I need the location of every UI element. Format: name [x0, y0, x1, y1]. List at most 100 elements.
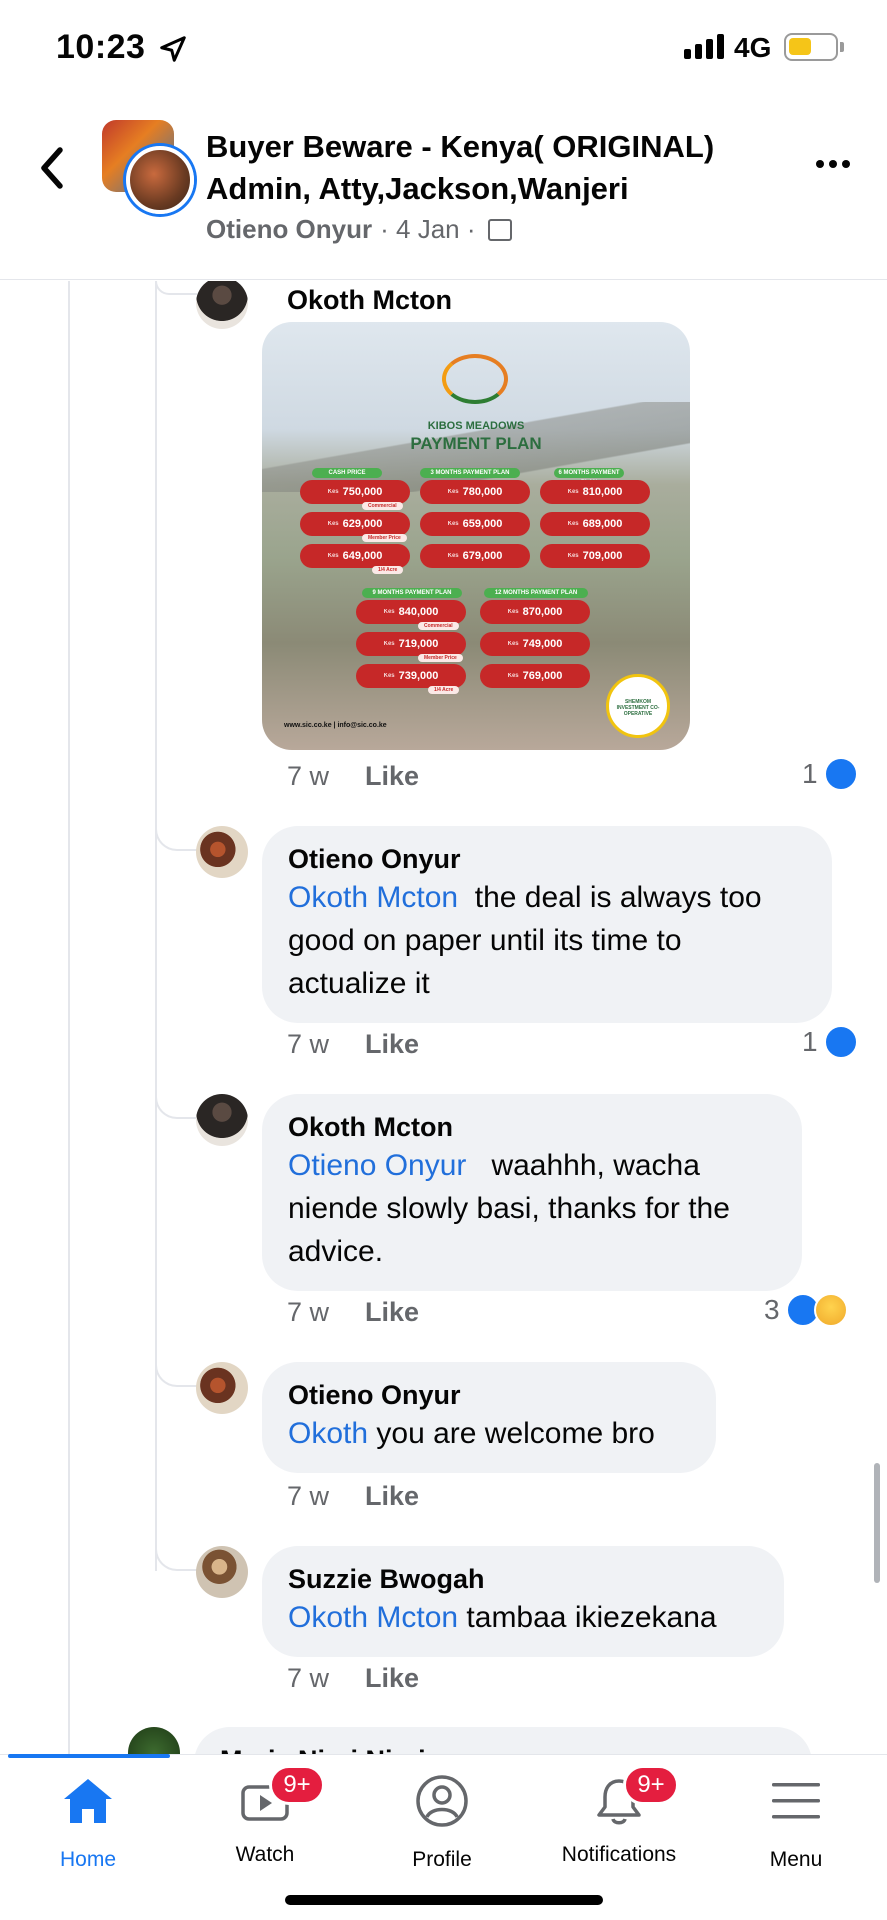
- price-pill: Kes 739,000: [356, 664, 466, 688]
- nav-home[interactable]: Home: [0, 1773, 176, 1872]
- plan-column-head: 6 MONTHS PAYMENT PLAN: [554, 468, 624, 486]
- nav-label: Notifications: [561, 1843, 677, 1866]
- like-button[interactable]: Like: [365, 1663, 419, 1694]
- price-pill: Kes 810,000: [540, 480, 650, 504]
- comment-author[interactable]: Otieno Onyur: [288, 842, 806, 876]
- comment-author[interactable]: Suzzie Bwogah: [288, 1562, 758, 1596]
- comment-author[interactable]: Maria Njeri Njeri: [220, 1743, 786, 1754]
- price-tag: Commercial: [362, 502, 403, 510]
- price-pill: Kes 870,000: [480, 600, 590, 624]
- avatar[interactable]: [196, 281, 248, 329]
- comment-bubble[interactable]: Otieno Onyur Okoth you are welcome bro: [262, 1362, 716, 1473]
- price-pill: Kes 689,000: [540, 512, 650, 536]
- shemkom-seal-logo: SHEMKOM INVESTMENT CO-OPERATIVE: [606, 674, 670, 738]
- avatar[interactable]: [196, 1094, 248, 1146]
- like-button[interactable]: Like: [365, 761, 419, 792]
- comment-time: 7 w: [287, 1663, 330, 1693]
- nav-label: Home: [59, 1848, 117, 1871]
- mention-link[interactable]: Okoth Mcton: [288, 1601, 458, 1634]
- price-tag: Member Price: [418, 654, 463, 662]
- comment-image[interactable]: KIBOS MEADOWS PAYMENT PLAN CASH PRICE 3 …: [262, 322, 690, 750]
- reaction-summary[interactable]: 1: [802, 757, 858, 791]
- photo-icon: [487, 218, 512, 241]
- cellular-signal-icon: [684, 34, 724, 59]
- comment-time: 7 w: [287, 761, 330, 791]
- reply-connector: [155, 821, 197, 851]
- nav-watch[interactable]: 9+ Watch: [177, 1765, 353, 1867]
- comment-thread: Okoth Mcton KIBOS MEADOWS PAYMENT PLAN C…: [0, 281, 887, 1754]
- price-tag: Commercial: [418, 622, 459, 630]
- comment-time: 7 w: [287, 1297, 330, 1327]
- comment-meta: 7 w Like: [287, 1029, 419, 1060]
- comment-text: Otieno Onyur waahhh, wacha niende slowly…: [288, 1149, 730, 1268]
- bottom-navigation: Home 9+ Watch Profile 9+ Notifications M…: [0, 1754, 887, 1920]
- nav-label: Watch: [235, 1843, 295, 1866]
- like-button[interactable]: Like: [365, 1481, 419, 1512]
- post-date: · 4 Jan ·: [380, 214, 476, 244]
- notification-badge: 9+: [269, 1765, 325, 1805]
- avatar[interactable]: [196, 826, 248, 878]
- comment-meta: 7 w Like: [287, 761, 419, 792]
- comment-text: Okoth Mcton tambaa ikiezekana: [288, 1601, 717, 1634]
- comment-author[interactable]: Okoth Mcton: [288, 1110, 776, 1144]
- like-button[interactable]: Like: [365, 1029, 419, 1060]
- like-reaction-icon: [823, 1025, 858, 1059]
- kibos-meadows-logo: [442, 354, 508, 404]
- mention-link[interactable]: Otieno Onyur: [288, 1149, 466, 1182]
- price-pill: Kes 750,000: [300, 480, 410, 504]
- back-button[interactable]: [30, 136, 74, 200]
- avatar[interactable]: [128, 1727, 180, 1754]
- comment-meta: 7 w Like: [287, 1663, 419, 1694]
- avatar[interactable]: [196, 1546, 248, 1598]
- mention-link[interactable]: Okoth: [288, 1417, 368, 1450]
- reaction-count: 1: [802, 758, 818, 789]
- like-reaction-icon: [823, 757, 858, 791]
- reaction-summary[interactable]: 3: [764, 1293, 848, 1327]
- comment-author[interactable]: Okoth Mcton: [287, 283, 452, 317]
- comment-time: 7 w: [287, 1481, 330, 1511]
- location-arrow-icon: [160, 36, 186, 62]
- reply-thread-line: [155, 281, 157, 1571]
- menu-icon: [772, 1783, 820, 1819]
- comment-bubble[interactable]: Maria Njeri Njeri: [194, 1727, 812, 1754]
- reply-connector: [155, 1357, 197, 1387]
- poster-avatar: [126, 146, 194, 214]
- group-avatar[interactable]: [100, 120, 196, 216]
- home-icon: [64, 1779, 112, 1823]
- comment-bubble[interactable]: Otieno Onyur Okoth Mcton the deal is alw…: [262, 826, 832, 1023]
- network-type: 4G: [734, 32, 772, 63]
- group-title[interactable]: Buyer Beware - Kenya( ORIGINAL) Admin, A…: [206, 126, 766, 210]
- avatar[interactable]: [196, 1362, 248, 1414]
- comment-text: Okoth Mcton the deal is always too good …: [288, 881, 762, 1000]
- price-pill: Kes 709,000: [540, 544, 650, 568]
- nav-notifications[interactable]: 9+ Notifications: [531, 1765, 707, 1867]
- image-title: PAYMENT PLAN: [410, 434, 542, 453]
- more-options-button[interactable]: [816, 154, 856, 174]
- mention-link[interactable]: Okoth Mcton: [288, 881, 458, 914]
- reaction-summary[interactable]: 1: [802, 1025, 858, 1059]
- like-button[interactable]: Like: [365, 1297, 419, 1328]
- price-pill: Kes 719,000: [356, 632, 466, 656]
- post-subtitle: Otieno Onyur · 4 Jan ·: [206, 214, 512, 245]
- comment-author[interactable]: Otieno Onyur: [288, 1378, 690, 1412]
- nav-label: Profile: [412, 1848, 472, 1871]
- thread-line: [68, 281, 70, 1754]
- post-header: Buyer Beware - Kenya( ORIGINAL) Admin, A…: [0, 96, 887, 280]
- price-pill: Kes 659,000: [420, 512, 530, 536]
- nav-profile[interactable]: Profile: [354, 1773, 530, 1872]
- profile-icon: [416, 1775, 468, 1827]
- price-pill: Kes 749,000: [480, 632, 590, 656]
- comment-meta: 7 w Like: [287, 1481, 419, 1512]
- nav-menu[interactable]: Menu: [708, 1773, 884, 1872]
- home-indicator[interactable]: [285, 1895, 603, 1905]
- status-bar: 10:23 4G: [0, 0, 887, 96]
- comment-text: Okoth you are welcome bro: [288, 1417, 655, 1450]
- plan-column-head: 9 MONTHS PAYMENT PLAN: [362, 588, 462, 598]
- price-tag: Member Price: [362, 534, 407, 542]
- scrollbar[interactable]: [874, 1463, 880, 1583]
- poster-name[interactable]: Otieno Onyur: [206, 214, 372, 245]
- status-time: 10:23: [56, 28, 146, 66]
- comment-bubble[interactable]: Okoth Mcton Otieno Onyur waahhh, wacha n…: [262, 1094, 802, 1291]
- sad-reaction-icon: [813, 1293, 848, 1327]
- comment-bubble[interactable]: Suzzie Bwogah Okoth Mcton tambaa ikiezek…: [262, 1546, 784, 1657]
